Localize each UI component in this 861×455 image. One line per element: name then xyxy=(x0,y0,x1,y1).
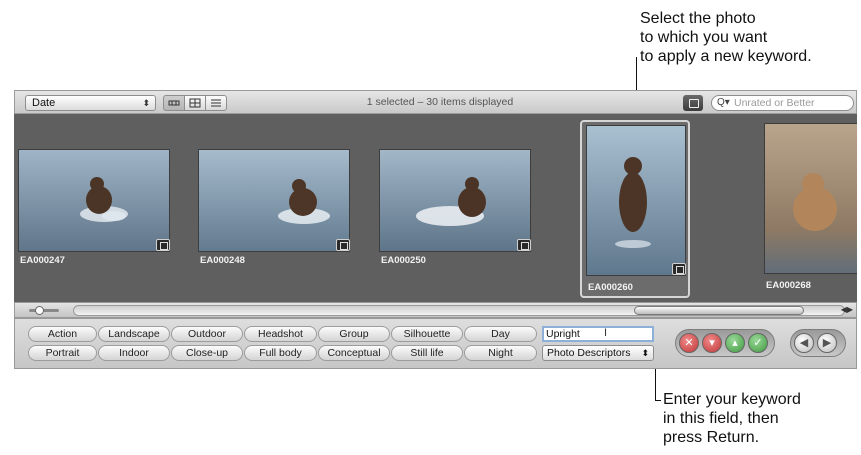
increase-rating-icon[interactable]: ▴ xyxy=(725,333,745,353)
select-photo-callout: Select the photo to which you want to ap… xyxy=(640,10,812,65)
keyword-button-indoor[interactable]: Indoor xyxy=(98,345,170,361)
keyword-button-landscape[interactable]: Landscape xyxy=(98,326,170,342)
previous-icon[interactable]: ◀ xyxy=(794,333,814,353)
bear-photo xyxy=(18,149,170,252)
decrease-rating-icon[interactable]: ▾ xyxy=(702,333,722,353)
keyword-button-group[interactable]: Group xyxy=(318,326,390,342)
thumbnail[interactable]: EA000268 xyxy=(764,123,857,293)
browser-scroll-row: ◀▶ xyxy=(14,302,857,318)
keyword-button-action[interactable]: Action xyxy=(28,326,97,342)
scroll-arrows-icon[interactable]: ◀▶ xyxy=(841,305,853,314)
rating-filter-field[interactable]: Q▾ Unrated or Better xyxy=(711,95,854,111)
scrollbar-thumb[interactable] xyxy=(634,306,804,315)
thumbnail-selected[interactable]: EA000260 xyxy=(586,125,688,295)
master-badge-icon xyxy=(336,239,350,251)
grid-view-icon[interactable] xyxy=(184,95,206,111)
sort-select[interactable]: Date ⬍ xyxy=(25,95,156,111)
keyword-button-headshot[interactable]: Headshot xyxy=(244,326,317,342)
thumbnail[interactable]: EA000247 xyxy=(18,149,172,269)
selection-status: 1 selected – 30 items displayed xyxy=(366,96,514,108)
slider-track xyxy=(29,309,59,312)
select-icon[interactable]: ✓ xyxy=(748,333,768,353)
keyword-set-select[interactable]: Photo Descriptors ⬍ xyxy=(542,345,654,361)
filter-hud-icon[interactable] xyxy=(683,95,703,111)
select-arrows-icon: ⬍ xyxy=(142,98,150,108)
master-badge-icon xyxy=(517,239,531,251)
rating-filter-placeholder: Unrated or Better xyxy=(734,97,815,109)
bear-photo xyxy=(586,125,686,276)
sort-select-value: Date xyxy=(32,97,56,109)
bear-photo xyxy=(379,149,531,252)
keyword-button-full-body[interactable]: Full body xyxy=(244,345,317,361)
rating-buttons: ✕ ▾ ▴ ✓ xyxy=(675,329,775,357)
text-cursor-icon: I xyxy=(604,327,608,339)
thumbnail-label: EA000247 xyxy=(20,255,65,266)
keyword-controls: Action Landscape Outdoor Headshot Group … xyxy=(14,318,857,369)
enter-keyword-callout: Enter your keyword in this field, then p… xyxy=(663,391,801,446)
thumbnail-label: EA000248 xyxy=(200,255,245,266)
keyword-button-outdoor[interactable]: Outdoor xyxy=(171,326,243,342)
thumbnail-label: EA000260 xyxy=(588,282,633,293)
keyword-button-close-up[interactable]: Close-up xyxy=(171,345,243,361)
keyword-input-value: Upright xyxy=(546,328,580,340)
master-badge-icon xyxy=(672,263,686,275)
keyword-button-still-life[interactable]: Still life xyxy=(391,345,463,361)
thumbnail-size-slider[interactable] xyxy=(21,306,71,315)
master-badge-icon xyxy=(156,239,170,251)
thumbnail-label: EA000250 xyxy=(381,255,426,266)
thumbnail[interactable]: EA000250 xyxy=(379,149,533,269)
navigation-buttons: ◀ ▶ xyxy=(790,329,846,357)
keyword-set-value: Photo Descriptors xyxy=(547,347,631,359)
slider-knob[interactable] xyxy=(35,306,44,315)
keyword-button-portrait[interactable]: Portrait xyxy=(28,345,97,361)
keyword-button-night[interactable]: Night xyxy=(464,345,537,361)
list-view-icon[interactable] xyxy=(205,95,227,111)
keyword-input[interactable]: Upright I xyxy=(542,326,654,342)
keyword-button-silhouette[interactable]: Silhouette xyxy=(391,326,463,342)
thumbnail-label: EA000268 xyxy=(766,280,811,291)
keyword-button-conceptual[interactable]: Conceptual xyxy=(318,345,390,361)
keyword-button-day[interactable]: Day xyxy=(464,326,537,342)
filmstrip-view-icon[interactable] xyxy=(163,95,185,111)
image-browser: EA000247 EA000248 EA000250 EA000260 EA00… xyxy=(14,114,857,302)
enter-keyword-callout-tick xyxy=(655,400,661,401)
next-icon[interactable]: ▶ xyxy=(817,333,837,353)
bear-photo xyxy=(198,149,350,252)
reject-icon[interactable]: ✕ xyxy=(679,333,699,353)
select-arrows-icon: ⬍ xyxy=(641,348,649,358)
view-mode-buttons xyxy=(163,95,227,111)
bear-photo xyxy=(764,123,857,274)
horizontal-scrollbar[interactable] xyxy=(73,305,845,316)
browser-toolbar: Date ⬍ 1 selected – 30 items displayed Q… xyxy=(14,90,857,114)
thumbnail[interactable]: EA000248 xyxy=(198,149,352,269)
search-icon: Q▾ xyxy=(717,97,730,108)
